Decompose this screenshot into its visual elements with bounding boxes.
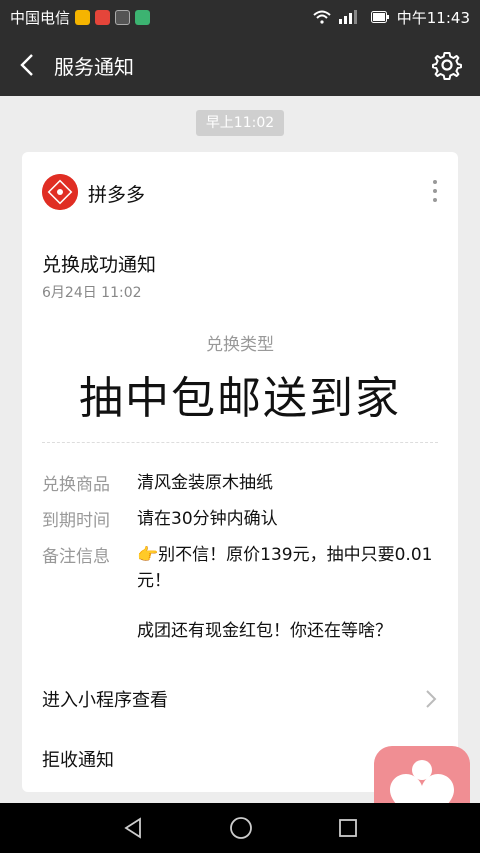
view-mini-program-link[interactable]: 进入小程序查看 bbox=[42, 686, 438, 712]
clock: 中午11:43 bbox=[396, 8, 470, 27]
weibo-icon bbox=[75, 9, 91, 25]
field-value: 👉别不信！原价139元，抽中只要0.01元！ bbox=[137, 545, 433, 591]
field-label: 到期时间 bbox=[42, 511, 110, 531]
nav-bar: 服务通知 bbox=[0, 34, 480, 96]
status-left: 中国电信 bbox=[10, 7, 151, 28]
brand-name: 拼多多 bbox=[88, 184, 146, 206]
chevron-left-icon bbox=[20, 54, 33, 76]
status-right: 中午11:43 bbox=[313, 7, 470, 28]
field-value: 清风金装原木抽纸 bbox=[137, 473, 273, 493]
back-triangle-icon[interactable] bbox=[122, 817, 144, 839]
battery-icon bbox=[370, 11, 389, 23]
view-mini-program-label: 进入小程序查看 bbox=[42, 690, 168, 711]
chevron-right-icon bbox=[426, 690, 437, 708]
message-icon bbox=[95, 9, 111, 25]
gear-icon[interactable] bbox=[432, 50, 462, 80]
page-title: 服务通知 bbox=[54, 54, 134, 79]
divider bbox=[42, 442, 438, 443]
wifi-icon bbox=[313, 10, 331, 24]
carrier-label: 中国电信 bbox=[10, 8, 71, 27]
app-icon bbox=[135, 9, 151, 25]
status-bar: 中国电信 中午11:43 bbox=[0, 0, 480, 34]
notification-title: 兑换成功通知 bbox=[42, 254, 157, 276]
reject-notification-label: 拒收通知 bbox=[42, 750, 114, 771]
notification-date: 6月24日 11:02 bbox=[42, 285, 142, 301]
app-icon bbox=[115, 9, 131, 25]
field-extra-value: 成团还有现金红包！你还在等啥？ bbox=[137, 621, 392, 641]
pinduoduo-logo-icon bbox=[42, 174, 78, 210]
field-value: 请在30分钟内确认 bbox=[137, 509, 278, 529]
home-circle-icon[interactable] bbox=[229, 816, 253, 840]
more-options-icon[interactable] bbox=[432, 180, 438, 206]
exchange-type-value: 抽中包邮送到家 bbox=[79, 373, 401, 424]
system-nav-bar bbox=[0, 803, 480, 853]
field-label: 兑换商品 bbox=[42, 475, 110, 495]
field-label: 备注信息 bbox=[42, 547, 110, 567]
message-timestamp: 早上11:02 bbox=[196, 110, 284, 136]
notification-card: 拼多多 兑换成功通知 6月24日 11:02 兑换类型 抽中包邮送到家 兑换商品… bbox=[22, 152, 458, 792]
back-button[interactable] bbox=[0, 34, 54, 96]
recents-square-icon[interactable] bbox=[338, 818, 358, 838]
signal-icon bbox=[338, 10, 357, 24]
exchange-type-label: 兑换类型 bbox=[206, 335, 274, 355]
